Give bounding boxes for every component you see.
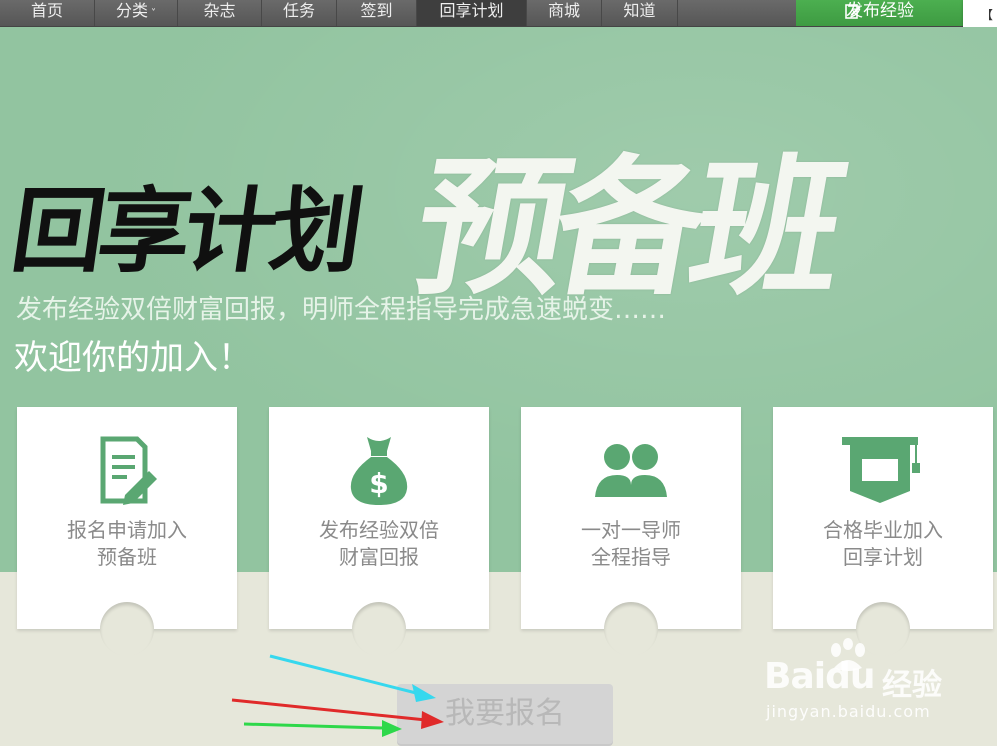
banner-welcome: 欢迎你的加入！ [14,338,252,378]
nav-label: 商城 [547,1,580,20]
card-label-line1: 发布经验双倍 [319,518,439,542]
baidu-watermark: Baidu 经验 jingyan.baidu.com [764,638,964,728]
nav-label: 回享计划 [439,1,504,20]
card-label-line2: 财富回报 [339,545,419,569]
step-card-publish: $ 发布经验双倍 财富回报 [269,407,489,656]
nav-label: 首页 [30,1,63,20]
edit-icon [845,4,861,19]
watermark-brand-part: Bai [764,656,826,697]
nav-label: 杂志 [203,1,236,20]
people-icon [595,444,667,497]
nav-label: 知道 [623,1,656,20]
card-label-line1: 一对一导师 [581,518,681,542]
signup-button[interactable]: 我要报名 [397,684,613,746]
step-card-apply: 报名申请加入 预备班 [17,407,237,656]
graduation-cap-icon [842,437,920,503]
nav-item-zhidao[interactable]: 知道 [602,0,678,26]
nav-item-tasks[interactable]: 任务 [262,0,337,26]
nav-item-category[interactable]: 分类 ˅ [95,0,178,26]
nav-item-huixiang[interactable]: 回享计划 [417,0,527,26]
nav-label: 分类 [115,1,148,20]
card-label-line1: 合格毕业加入 [823,518,943,542]
card-notch [604,602,658,656]
card-label-line1: 报名申请加入 [67,518,187,542]
nav-item-mall[interactable]: 商城 [527,0,602,26]
card-label-line2: 全程指导 [591,545,671,569]
banner-subtitle: 发布经验双倍财富回报，明师全程指导完成急速蜕变…… [16,295,667,325]
card-label-line2: 回享计划 [843,545,923,569]
nav-label: 任务 [282,1,315,20]
card-label: 发布经验双倍 财富回报 [269,517,489,571]
top-nav: 首页 分类 ˅ 杂志 任务 签到 回享计划 商城 知道 发布经验 [0,0,997,27]
svg-text:$: $ [369,467,388,500]
nav-item-checkin[interactable]: 签到 [337,0,417,26]
side-note-line: 【 [981,8,994,22]
green-arrow-icon [243,720,402,737]
publish-button[interactable]: 发布经验 [796,0,964,26]
form-pen-icon [100,436,157,505]
card-notch [100,602,154,656]
nav-label: 签到 [360,1,393,20]
step-card-graduate: 合格毕业加入 回享计划 [773,407,993,656]
nav-item-magazine[interactable]: 杂志 [178,0,262,26]
step-card-mentor: 一对一导师 全程指导 [521,407,741,656]
watermark-brand-part: du [825,656,875,697]
chevron-down-icon: ˅ [151,8,156,19]
watermark-brand-cn: 经验 [882,668,942,703]
card-label: 合格毕业加入 回享计划 [773,517,993,571]
money-bag-icon: $ [350,437,408,505]
card-label: 一对一导师 全程指导 [521,517,741,571]
nav-item-home[interactable]: 首页 [0,0,95,26]
card-notch [352,602,406,656]
watermark-url: jingyan.baidu.com [766,702,931,721]
card-label-line2: 预备班 [97,545,157,569]
card-label: 报名申请加入 预备班 [17,517,237,571]
hero-title-black: 回享计划 [5,177,365,285]
watermark-brand: Baidu [764,656,875,697]
